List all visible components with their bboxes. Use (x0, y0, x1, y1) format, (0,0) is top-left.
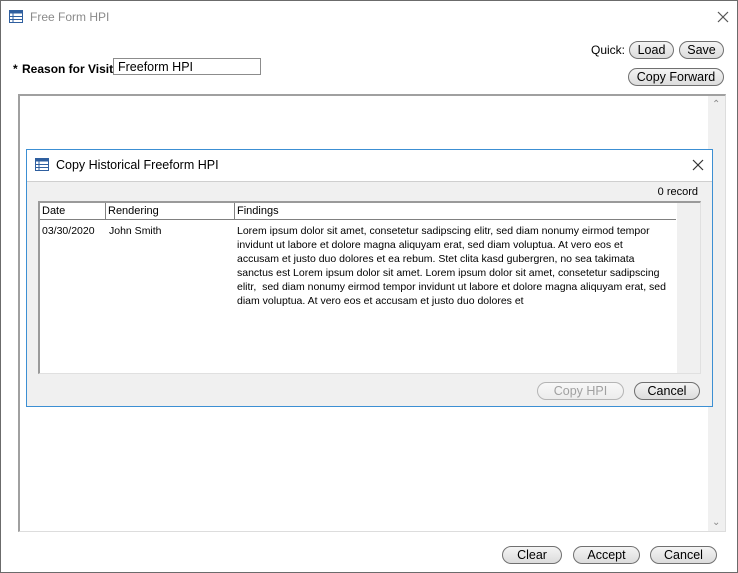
findings-line: accusam et justo duo dolores et ea rebum… (237, 253, 635, 265)
dialog-titlebar: Copy Historical Freeform HPI (27, 150, 712, 181)
save-button[interactable]: Save (679, 41, 724, 59)
grid-header: Date Rendering Findings (40, 203, 676, 220)
reason-for-visit-input[interactable] (113, 58, 261, 75)
chevron-up-icon[interactable]: ⌃ (712, 100, 720, 110)
copy-historical-hpi-dialog: Copy Historical Freeform HPI 0 record Da… (26, 149, 713, 407)
required-marker: * (13, 62, 18, 76)
dialog-body: 0 record Date Rendering Findings 03/30/2… (27, 181, 712, 406)
findings-line: invidunt ut labore et dolore magna aliqu… (237, 239, 623, 251)
findings-line: diam voluptua. At vero eos et accusam et… (237, 295, 524, 307)
row-findings: Lorem ipsum dolor sit amet, consetetur s… (237, 224, 677, 308)
dialog-title: Copy Historical Freeform HPI (56, 158, 219, 172)
load-button[interactable]: Load (629, 41, 674, 59)
column-header-date[interactable]: Date (40, 203, 106, 220)
table-icon (9, 10, 23, 23)
reason-for-visit-label: Reason for Visit: (22, 62, 118, 76)
copy-forward-button[interactable]: Copy Forward (628, 68, 724, 86)
copy-hpi-button[interactable]: Copy HPI (537, 382, 624, 400)
window-titlebar: Free Form HPI (1, 1, 737, 32)
clear-button[interactable]: Clear (502, 546, 562, 564)
findings-line: sanctus est Lorem ipsum dolor sit amet. … (237, 267, 660, 279)
close-icon[interactable] (716, 10, 730, 24)
row-date: 03/30/2020 (42, 225, 95, 237)
cancel-button[interactable]: Cancel (650, 546, 717, 564)
accept-button[interactable]: Accept (573, 546, 640, 564)
findings-line: Lorem ipsum dolor sit amet, consetetur s… (237, 225, 650, 237)
findings-line: elitr, sed diam nonumy eirmod tempor inv… (237, 281, 666, 293)
close-icon[interactable] (691, 158, 705, 172)
history-grid: Date Rendering Findings 03/30/2020 John … (38, 201, 701, 374)
window-title: Free Form HPI (30, 10, 110, 24)
table-icon (35, 158, 49, 171)
column-header-findings[interactable]: Findings (235, 203, 676, 220)
dialog-cancel-button[interactable]: Cancel (634, 382, 700, 400)
free-form-hpi-window: Free Form HPI Quick: Load Save Copy Forw… (0, 0, 738, 573)
row-rendering: John Smith (109, 225, 162, 237)
column-header-rendering[interactable]: Rendering (106, 203, 235, 220)
record-count: 0 record (657, 186, 698, 198)
grid-scrollbar[interactable] (677, 203, 700, 373)
quick-label: Quick: (591, 43, 626, 57)
chevron-down-icon[interactable]: ⌄ (712, 518, 720, 528)
